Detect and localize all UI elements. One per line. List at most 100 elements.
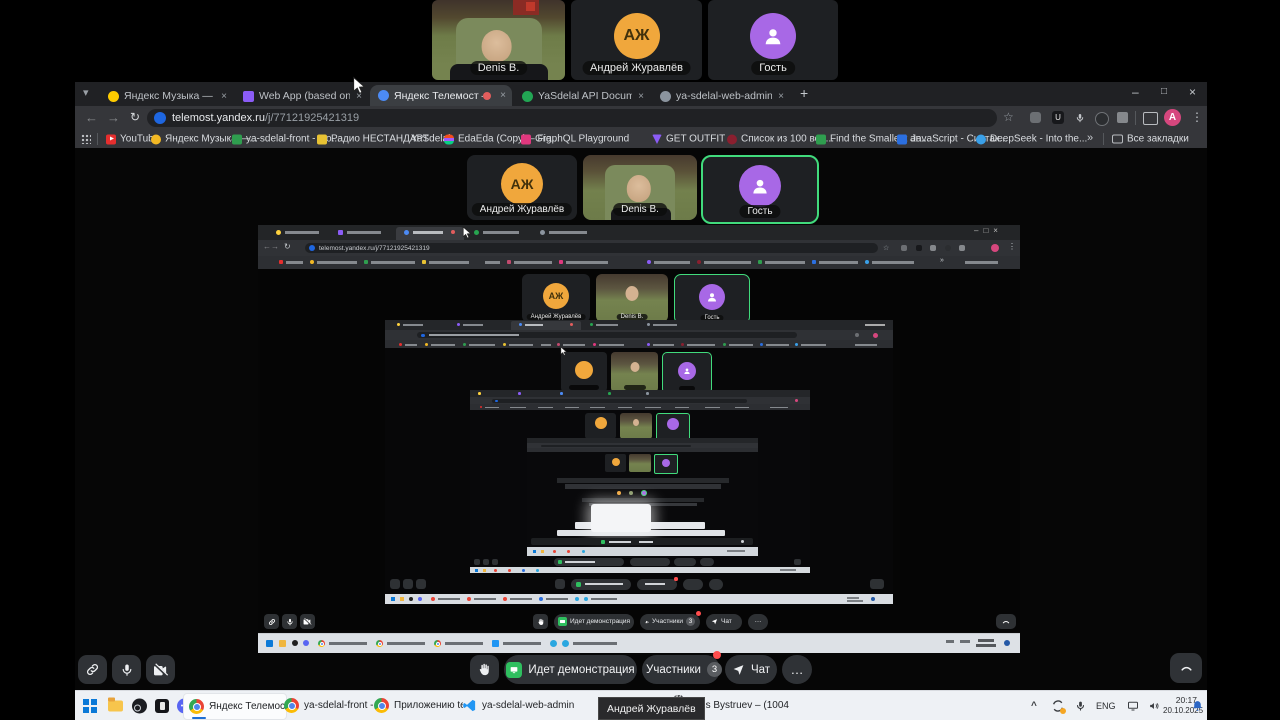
shared-screen-view[interactable]: –□× ←→ ↻ telemost.yandex.ru/j/7712192542… xyxy=(258,225,1020,652)
avatar: АЖ xyxy=(614,13,660,59)
apps-grid-icon[interactable] xyxy=(81,134,91,144)
tab-title: ya-sdelal-web-admin/api_requ xyxy=(676,90,772,102)
start-button[interactable] xyxy=(83,699,97,713)
extensions-puzzle-icon[interactable] xyxy=(1117,112,1128,123)
url-bar[interactable]: telemost.yandex.ru/j/77121925421319 xyxy=(147,109,997,127)
mouse-cursor xyxy=(352,76,369,96)
tab-title: Web App (based on LiteFront) xyxy=(259,90,350,102)
video-tile-azh[interactable]: АЖ Андрей Журавлёв xyxy=(467,155,577,220)
video-tile-guest[interactable]: Гость xyxy=(708,0,838,80)
bookmark-star-icon[interactable]: ☆ xyxy=(1003,110,1014,124)
send-icon xyxy=(732,663,745,676)
video-tile-denis[interactable]: Denis B. xyxy=(583,155,697,220)
nested-share-level-5 xyxy=(527,438,758,556)
participants-button[interactable]: Участники 3 xyxy=(642,655,720,684)
bookmark-graphql[interactable]: GraphQL Playground xyxy=(521,134,629,145)
tab-close-icon[interactable]: × xyxy=(638,91,644,102)
nested-taskbar-level-2 xyxy=(258,633,1020,653)
nested-share-level-3 xyxy=(385,320,893,604)
tab-close-icon[interactable]: × xyxy=(500,90,506,101)
extension-icon[interactable] xyxy=(1095,112,1109,126)
taskbar-app-front[interactable]: ya-sdelal-front - Googl xyxy=(279,693,377,718)
tab-strip: ▾ Яндекс Музыка — собираем × Web App (ba… xyxy=(75,82,1207,106)
leave-call-button[interactable] xyxy=(1170,653,1202,683)
all-bookmarks-button[interactable]: Все закладки xyxy=(1112,134,1189,145)
app-button-dark[interactable] xyxy=(155,699,169,713)
video-tile-denis[interactable]: Denis B. xyxy=(432,0,565,80)
steam-icon xyxy=(132,699,147,714)
taskbar-app-telemost-app[interactable]: Приложению telemost xyxy=(369,693,463,718)
tab-telemost-active[interactable]: Яндекс Телемост — беспл × xyxy=(370,85,512,106)
reload-button[interactable]: ↻ xyxy=(130,110,140,124)
chrome-icon xyxy=(284,698,299,713)
screen-share-icon xyxy=(506,662,522,678)
more-options-button[interactable]: … xyxy=(782,655,812,684)
tab-github-admin[interactable]: ya-sdelal-web-admin/api_requ × xyxy=(652,86,790,106)
nested-bookmarks-bar: » xyxy=(258,256,1020,270)
participants-label: Участники xyxy=(646,664,701,676)
vscode-icon xyxy=(462,698,477,713)
media-recording-dot xyxy=(483,92,491,100)
window-maximize-button[interactable]: □ xyxy=(1161,86,1167,97)
screen-share-label: Идет демонстрация xyxy=(528,664,634,676)
raise-hand-button[interactable] xyxy=(470,655,499,684)
steam-button[interactable] xyxy=(132,699,147,714)
bookmark-get-outfit[interactable]: GET OUTFIT xyxy=(652,134,725,145)
tab-yasdelal-docs[interactable]: YaSdelal API Documentation × xyxy=(514,86,650,106)
display-tray-icon[interactable] xyxy=(1126,700,1140,712)
sync-tray-icon[interactable] xyxy=(1051,699,1065,713)
camera-off-button[interactable] xyxy=(146,655,175,684)
side-panel-icon[interactable] xyxy=(1143,112,1158,125)
person-icon xyxy=(750,176,770,196)
browser-menu-kebab[interactable]: ⋮ xyxy=(1191,110,1203,124)
browser-toolbar: ← → ↻ telemost.yandex.ru/j/7712192542131… xyxy=(75,106,1207,130)
window-minimize-button[interactable]: – xyxy=(1132,85,1139,99)
profile-avatar[interactable]: A xyxy=(1164,109,1181,126)
chat-label: Чат xyxy=(751,664,770,676)
tab-title: Яндекс Музыка — собираем xyxy=(124,90,215,102)
mic-tray-icon[interactable] xyxy=(1075,700,1086,713)
volume-tray-icon[interactable] xyxy=(1148,700,1161,713)
tab-favicon xyxy=(243,91,254,102)
tray-expand-chevron[interactable]: ^ xyxy=(1031,701,1037,712)
screen: Denis B. АЖ Андрей Журавлёв Гость ▾ Янде… xyxy=(0,0,1280,720)
participant-name: Гость xyxy=(739,205,780,218)
new-tab-button[interactable]: + xyxy=(800,85,808,101)
nested-url: telemost.yandex.ru/j/77121925421319 xyxy=(319,245,430,252)
url-path: /j/77121925421319 xyxy=(265,112,359,124)
language-indicator[interactable]: ENG xyxy=(1096,701,1116,711)
copy-link-button[interactable] xyxy=(78,655,107,684)
tab-web-app[interactable]: Web App (based on LiteFront) × xyxy=(235,86,368,106)
tab-yandex-music[interactable]: Яндекс Музыка — собираем × xyxy=(100,86,233,106)
microphone-icon xyxy=(120,663,134,677)
tab-close-icon[interactable]: × xyxy=(778,91,784,102)
tab-close-icon[interactable]: × xyxy=(221,91,227,102)
participant-name: Андрей Журавлёв xyxy=(582,61,691,75)
window-close-button[interactable]: × xyxy=(1189,85,1196,99)
voice-search-icon[interactable] xyxy=(1074,106,1086,130)
microphone-button[interactable] xyxy=(112,655,141,684)
chat-button[interactable]: Чат xyxy=(725,655,777,684)
participant-name: Denis B. xyxy=(470,61,528,75)
taskbar-app-telemost[interactable]: Яндекс Телемост — бе xyxy=(183,693,287,720)
extension-icon[interactable] xyxy=(1030,112,1041,123)
video-tile-guest-speaking[interactable]: Гость xyxy=(701,155,819,224)
bookmarks-overflow-chevron[interactable]: » xyxy=(1087,132,1093,144)
notification-bell-icon[interactable] xyxy=(1191,700,1204,713)
file-explorer-button[interactable] xyxy=(108,701,123,712)
tab-search-button[interactable]: ▾ xyxy=(83,86,89,99)
bookmark-deepseek[interactable]: DeepSeek - Into the... xyxy=(976,134,1087,145)
raise-hand-icon xyxy=(477,662,492,677)
forward-button[interactable]: → xyxy=(107,110,120,125)
guest-avatar xyxy=(739,165,781,207)
video-tile-azh[interactable]: АЖ Андрей Журавлёв xyxy=(571,0,702,80)
bookmarks-bar: YouTube Яндекс Музыка —... ya-sdelal-fro… xyxy=(75,130,1207,149)
nested-share-level-4 xyxy=(470,390,810,573)
tab-favicon xyxy=(108,91,119,102)
back-button[interactable]: ← xyxy=(85,110,98,125)
dark-app-icon xyxy=(155,699,169,713)
screen-share-status-button[interactable]: Идет демонстрация xyxy=(504,655,637,684)
notification-dot xyxy=(713,651,721,659)
tab-favicon xyxy=(522,91,533,102)
extension-icon[interactable]: U xyxy=(1052,111,1064,124)
